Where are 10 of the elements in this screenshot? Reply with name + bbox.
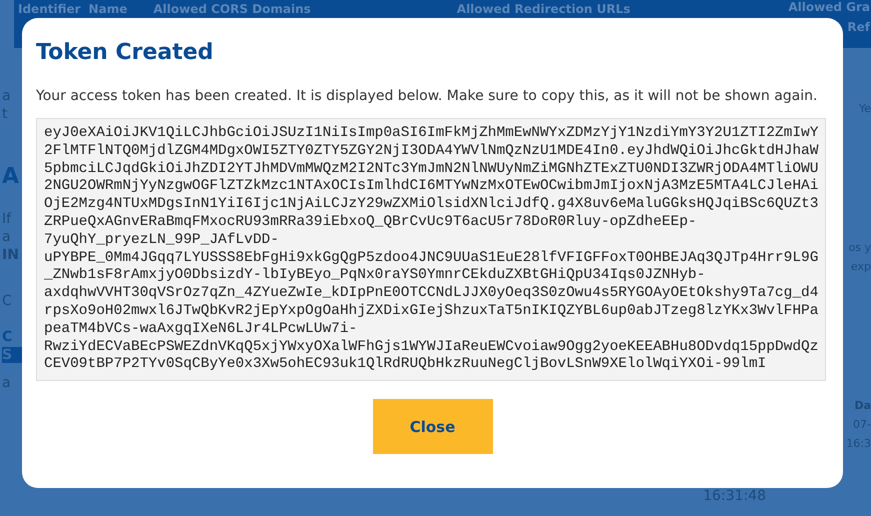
close-button[interactable]: Close xyxy=(372,399,492,454)
dialog-message: Your access token has been created. It is displayed below. Make sure to copy this, as it will not be shown again. xyxy=(36,88,818,104)
column-heading: Allowed Gra xyxy=(788,0,870,14)
column-heading: Identifier xyxy=(18,2,81,18)
column-heading: Allowed Redirection URLs xyxy=(456,2,630,18)
column-heading: Ref xyxy=(847,20,870,34)
dialog-title: Token Created xyxy=(36,39,214,67)
column-heading: Name xyxy=(88,2,128,18)
token-text: eyJ0eXAiOiJKV1QiLCJhbGciOiJSUzI1NiIsImp0aSI6ImFkMjZhMmEwNWYxZDMzYjY1NzdiYmY3Y2U1ZTI2ZmIwY2FlMTFlNTQ0MjdlZGM4MDgxOWI5ZTY0ZTY5ZGY2NjI3ODA4YWVlNmQzNzU1MDE4In0.eyJhdWQiOiJhcGktdHJhaW5pbmciLCJqdGkiOiJhZDI2YTJhMDVmMWQzM2I2NTc3YmJmN2NlNWUyNmZiMGNhZTExZTU0NDI3ZWRjODA4MTliOWU2NGU2OWRmNjYyNzgwOGFlZTZkMzc1NTAxOCIsImlhdCI6MTYwNzMxOTEwOCwibmJmIjoxNjA3MzE5MTA4LCJleHAiOjE2Mzg4NTUxMDgsInN1YiI6Ijc1NjAiLCJzY29wZXMiOlsidXNlciJdfQ.g4X8uv6eMaluGGksHQJqiBSc6QUZt3ZRPueQxAGnvERaBmqFMxocRU93mRRa39iEbxoQ_QBrCvUc9T6acU5r78DoR0Rluy-opZdheEEp-7yuQhY_pryezLN_99P_JAfLvDD-uPYBPE_0Mm4JGqq7LYUSSS8EbFgHi9xkGgQgP5zdoo4JNC9UUaS1EuE28lfVFIGFFoxT0OHBEJAq3QJTp4Hrr9L9G_ZNwb1sF8rAmxjyO0DbsizdY-lbIyBEyo_PqNx0raYS0YmnrCEkduZXBtGHiQpU34Iqs0JZNHyb-axdqhwVVHT30qVSrOz7qZn_4ZYueZwIe_kDIpPnE0OTCCNdLJJX0yOeq3S0zOwu4s5RYGOAyOEtOkshy9Ta7cg_d4rpsXo9oH02mwxl6JTwQbKvR2jEpYxpOgOaHhjZXDixGIejShzuxTaT5nIKIQZYBL6up0abJTzeg8lzYKx3WvlFHPapeaTM4bVCs-waAxgqIXeN6LJr4LPcwLUw7i-RwziYdECVaBEcPSWEZdnVKqQ5xjYWxyOXalWFhGjs1WYWJIaReuEWCvoiaw9Ogg2yoeKEEABHu8ODvdq15ppDwdQzCEV09tBP7P2TYv0SqCByYe0x3Xw5ohEC93uk1QlRdRUQbHkzRuuNegCljBovLSnW9XElolWqiYXOi-99lmI xyxy=(36,118,826,382)
column-heading: Allowed CORS Domains xyxy=(153,2,311,18)
